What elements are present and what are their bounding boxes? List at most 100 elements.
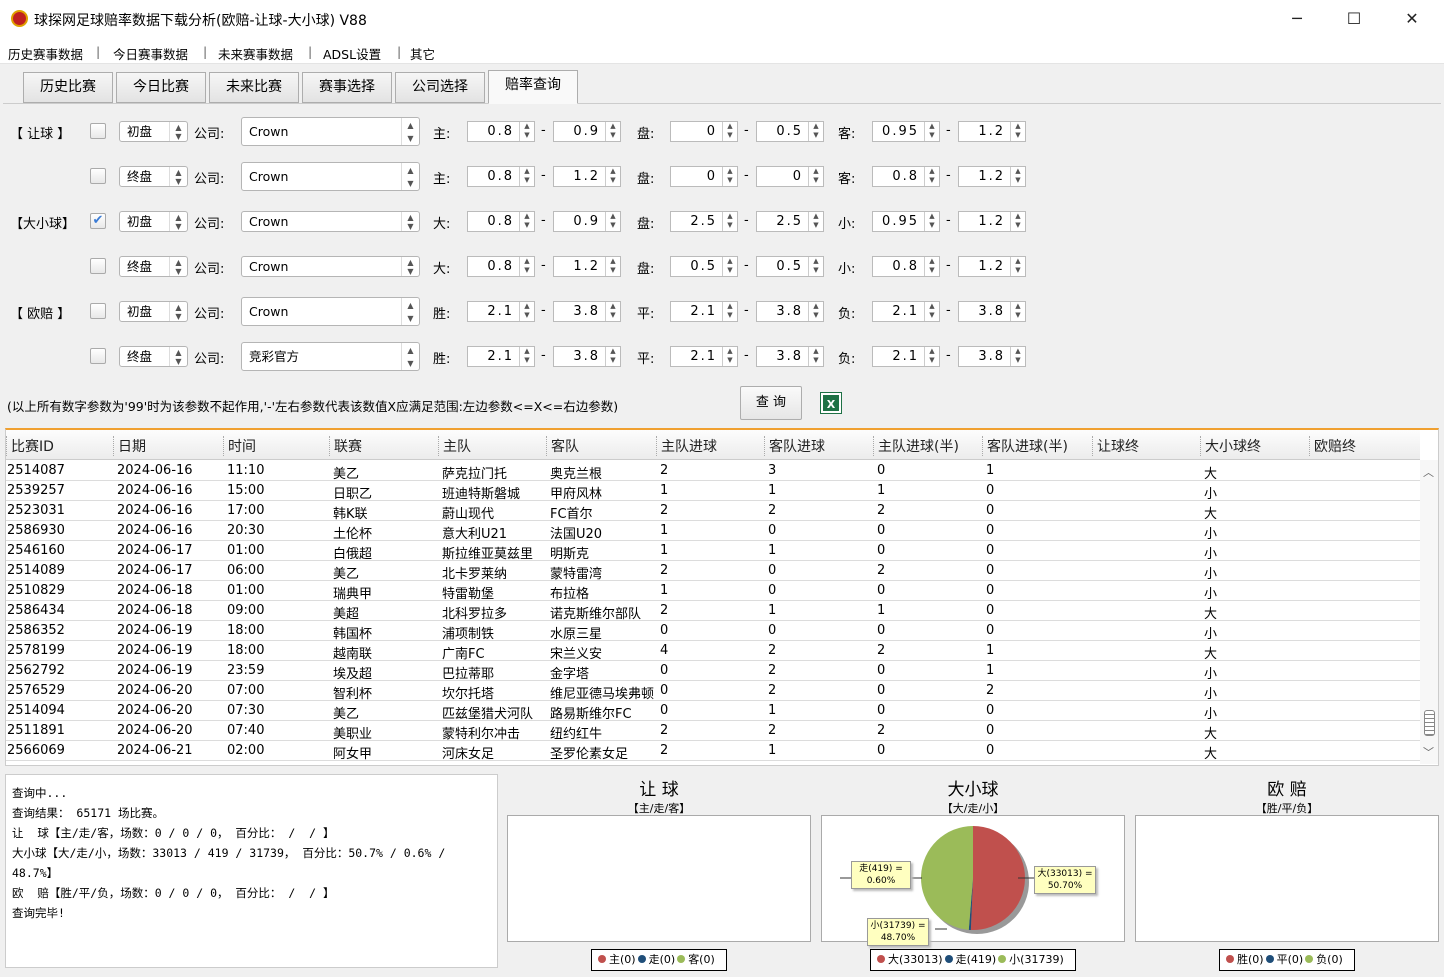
param-spinner[interactable]: 2.1 ▲ ▼ bbox=[467, 346, 535, 367]
spinner-arrows-icon[interactable]: ▲ ▼ bbox=[808, 122, 823, 141]
stage-select[interactable]: 初盘 ▲ ▼ bbox=[119, 121, 188, 142]
spinner-arrows-icon[interactable]: ▲ ▼ bbox=[924, 347, 939, 366]
excel-icon[interactable]: X bbox=[820, 392, 842, 414]
spinner-arrows-icon[interactable]: ▲ ▼ bbox=[519, 257, 534, 276]
spinner-arrows-icon[interactable]: ▲ ▼ bbox=[1010, 212, 1025, 231]
column-header[interactable]: 大小球终 bbox=[1200, 436, 1261, 456]
spinner-arrows-icon[interactable]: ▲ ▼ bbox=[808, 302, 823, 321]
param-spinner[interactable]: 1.2 ▲ ▼ bbox=[553, 256, 621, 277]
param-spinner[interactable]: 0.8 ▲ ▼ bbox=[467, 166, 535, 187]
stage-select[interactable]: 初盘 ▲ ▼ bbox=[119, 211, 188, 232]
param-spinner[interactable]: 1.2 ▲ ▼ bbox=[958, 121, 1026, 142]
spinner-arrows-icon[interactable]: ▲ ▼ bbox=[605, 347, 620, 366]
param-spinner[interactable]: 0.8 ▲ ▼ bbox=[872, 166, 940, 187]
scroll-down-icon[interactable]: ﹀ bbox=[1423, 744, 1434, 760]
spinner-arrows-icon[interactable]: ▲ ▼ bbox=[808, 212, 823, 231]
param-spinner[interactable]: 0 ▲ ▼ bbox=[670, 121, 738, 142]
enable-checkbox[interactable] bbox=[90, 168, 106, 184]
column-header[interactable]: 欧赔终 bbox=[1309, 436, 1356, 456]
table-row[interactable]: 2514094 2024-06-20 07:30 美乙 匹兹堡猎犬河队 路易斯维尔FC 0 1… bbox=[6, 701, 1420, 722]
column-header[interactable]: 客队进球(半) bbox=[982, 436, 1068, 456]
param-spinner[interactable]: 0.9 ▲ ▼ bbox=[553, 121, 621, 142]
param-spinner[interactable]: 1.2 ▲ ▼ bbox=[958, 256, 1026, 277]
column-header[interactable]: 日期 bbox=[113, 436, 146, 456]
table-row[interactable]: 2511891 2024-06-20 07:40 美职业 蒙特利尔冲击 纽约红牛 2 2 2 0 大 bbox=[6, 721, 1420, 742]
table-row[interactable]: 2546160 2024-06-17 01:00 白俄超 斯拉维亚莫兹里 明斯克 1 1 0 0 小 bbox=[6, 541, 1420, 562]
param-spinner[interactable]: 3.8 ▲ ▼ bbox=[553, 301, 621, 322]
stage-select[interactable]: 终盘 ▲ ▼ bbox=[119, 346, 188, 367]
spinner-arrows-icon[interactable]: ▲ ▼ bbox=[605, 167, 620, 186]
spinner-arrows-icon[interactable]: ▲ ▼ bbox=[722, 347, 737, 366]
param-spinner[interactable]: 2.1 ▲ ▼ bbox=[467, 301, 535, 322]
param-spinner[interactable]: 0.95 ▲ ▼ bbox=[872, 121, 940, 142]
column-header[interactable]: 比赛ID bbox=[6, 436, 54, 456]
param-spinner[interactable]: 0 ▲ ▼ bbox=[756, 166, 824, 187]
table-row[interactable]: 2514087 2024-06-16 11:10 美乙 萨克拉门托 奥克兰根 2 3 0 1 大 bbox=[6, 461, 1420, 482]
table-row[interactable]: 2586434 2024-06-18 09:00 美超 北科罗拉多 诺克斯维尔部队 2 1 1 0… bbox=[6, 601, 1420, 622]
tab-1[interactable]: 今日比赛 bbox=[116, 72, 206, 103]
spinner-arrows-icon[interactable]: ▲ ▼ bbox=[519, 212, 534, 231]
tab-5[interactable]: 赔率查询 bbox=[488, 70, 578, 104]
spinner-arrows-icon[interactable]: ▲ ▼ bbox=[924, 167, 939, 186]
spinner-arrows-icon[interactable]: ▲ ▼ bbox=[605, 122, 620, 141]
spinner-arrows-icon[interactable]: ▲ ▼ bbox=[722, 302, 737, 321]
param-spinner[interactable]: 2.1 ▲ ▼ bbox=[872, 346, 940, 367]
table-row[interactable]: 2576529 2024-06-20 07:00 智利杯 坎尔托塔 维尼亚德马埃弗顿 0 2 0… bbox=[6, 681, 1420, 702]
param-spinner[interactable]: 0.8 ▲ ▼ bbox=[467, 256, 535, 277]
spinner-arrows-icon[interactable]: ▲ ▼ bbox=[808, 167, 823, 186]
param-spinner[interactable]: 2.5 ▲ ▼ bbox=[756, 211, 824, 232]
column-header[interactable]: 主队进球 bbox=[656, 436, 717, 456]
company-select[interactable]: Crown ▲ ▼ bbox=[241, 162, 420, 191]
spinner-arrows-icon[interactable]: ▲ ▼ bbox=[924, 212, 939, 231]
table-row[interactable]: 2586352 2024-06-19 18:00 韩国杯 浦项制铁 水原三星 0 0 0 0 小 bbox=[6, 621, 1420, 642]
spinner-arrows-icon[interactable]: ▲ ▼ bbox=[808, 257, 823, 276]
table-row[interactable]: 2562792 2024-06-19 23:59 埃及超 巴拉蒂耶 金字塔 0 2 0 1 小 bbox=[6, 661, 1420, 682]
param-spinner[interactable]: 3.8 ▲ ▼ bbox=[958, 346, 1026, 367]
param-spinner[interactable]: 0 ▲ ▼ bbox=[670, 166, 738, 187]
spinner-arrows-icon[interactable]: ▲ ▼ bbox=[1010, 302, 1025, 321]
tab-0[interactable]: 历史比赛 bbox=[23, 72, 113, 103]
column-header[interactable]: 主队 bbox=[438, 436, 471, 456]
param-spinner[interactable]: 0.5 ▲ ▼ bbox=[756, 121, 824, 142]
menu-item-4[interactable]: 其它 bbox=[410, 44, 435, 63]
param-spinner[interactable]: 0.8 ▲ ▼ bbox=[872, 256, 940, 277]
menu-item-2[interactable]: 未来赛事数据 bbox=[218, 44, 293, 63]
param-spinner[interactable]: 0.8 ▲ ▼ bbox=[467, 121, 535, 142]
spinner-arrows-icon[interactable]: ▲ ▼ bbox=[924, 257, 939, 276]
spinner-arrows-icon[interactable]: ▲ ▼ bbox=[1010, 347, 1025, 366]
company-select[interactable]: 竞彩官方 ▲ ▼ bbox=[241, 342, 420, 371]
column-header[interactable]: 让球终 bbox=[1092, 436, 1139, 456]
tab-2[interactable]: 未来比赛 bbox=[209, 72, 299, 103]
stage-select[interactable]: 终盘 ▲ ▼ bbox=[119, 256, 188, 277]
param-spinner[interactable]: 0.95 ▲ ▼ bbox=[872, 211, 940, 232]
spinner-arrows-icon[interactable]: ▲ ▼ bbox=[519, 167, 534, 186]
enable-checkbox[interactable] bbox=[90, 348, 106, 364]
stage-select[interactable]: 初盘 ▲ ▼ bbox=[119, 301, 188, 322]
spinner-arrows-icon[interactable]: ▲ ▼ bbox=[519, 347, 534, 366]
table-row[interactable]: 2578199 2024-06-19 18:00 越南联 广南FC 宋兰义安 4 2 2 1 大 bbox=[6, 641, 1420, 662]
stage-select[interactable]: 终盘 ▲ ▼ bbox=[119, 166, 188, 187]
table-row[interactable]: 2539257 2024-06-16 15:00 日职乙 班迪特斯磐城 甲府风林 1 1 1 0 小 bbox=[6, 481, 1420, 502]
spinner-arrows-icon[interactable]: ▲ ▼ bbox=[519, 122, 534, 141]
enable-checkbox[interactable] bbox=[90, 123, 106, 139]
spinner-arrows-icon[interactable]: ▲ ▼ bbox=[924, 302, 939, 321]
param-spinner[interactable]: 0.9 ▲ ▼ bbox=[553, 211, 621, 232]
enable-checkbox[interactable] bbox=[90, 258, 106, 274]
table-row[interactable]: 2514089 2024-06-17 06:00 美乙 北卡罗莱纳 蒙特雷湾 2 0 2 0 小 bbox=[6, 561, 1420, 582]
param-spinner[interactable]: 3.8 ▲ ▼ bbox=[958, 301, 1026, 322]
enable-checkbox[interactable] bbox=[90, 303, 106, 319]
minimize-button[interactable]: ─ bbox=[1274, 6, 1320, 32]
table-row[interactable]: 2586930 2024-06-16 20:30 土伦杯 意大利U21 法国U20 1 0 0 0… bbox=[6, 521, 1420, 542]
param-spinner[interactable]: 1.2 ▲ ▼ bbox=[958, 166, 1026, 187]
spinner-arrows-icon[interactable]: ▲ ▼ bbox=[1010, 122, 1025, 141]
enable-checkbox[interactable]: ✔ bbox=[90, 213, 106, 229]
menu-item-0[interactable]: 历史赛事数据 bbox=[8, 44, 83, 63]
vertical-scrollbar[interactable]: ︿ ﹀ bbox=[1420, 460, 1438, 764]
company-select[interactable]: Crown ▲ ▼ bbox=[241, 211, 420, 232]
tab-4[interactable]: 公司选择 bbox=[395, 72, 485, 103]
table-row[interactable]: 2566069 2024-06-21 02:00 阿女甲 河床女足 圣罗伦素女足 2 1 0 0 大 bbox=[6, 741, 1420, 762]
spinner-arrows-icon[interactable]: ▲ ▼ bbox=[1010, 257, 1025, 276]
param-spinner[interactable]: 3.8 ▲ ▼ bbox=[756, 301, 824, 322]
spinner-arrows-icon[interactable]: ▲ ▼ bbox=[808, 347, 823, 366]
column-header[interactable]: 联赛 bbox=[329, 436, 362, 456]
